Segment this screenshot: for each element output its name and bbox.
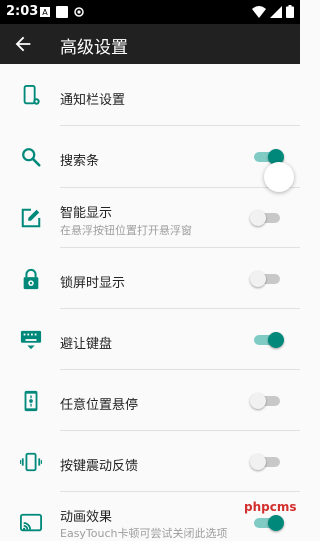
setting-title: 按键震动反馈 bbox=[60, 459, 139, 474]
setting-smart-display[interactable]: 智能显示 在悬浮按钮位置打开悬浮窗 bbox=[0, 188, 300, 248]
setting-title: 搜索条 bbox=[60, 154, 100, 169]
setting-title: 通知栏设置 bbox=[60, 93, 126, 108]
setting-notification-bar[interactable]: 通知栏设置 bbox=[0, 64, 300, 126]
battery-icon bbox=[286, 5, 294, 18]
status-left-icons: A bbox=[40, 6, 84, 18]
setting-lockscreen-display[interactable]: 锁屏时显示 bbox=[0, 248, 300, 309]
page-title: 高级设置 bbox=[60, 38, 128, 58]
search-icon bbox=[22, 148, 41, 167]
status-bar: 2:03 A bbox=[0, 0, 300, 24]
status-time: 2:03 bbox=[6, 4, 39, 19]
svg-text:A: A bbox=[42, 8, 48, 17]
setting-avoid-keyboard[interactable]: 避让键盘 bbox=[0, 309, 300, 370]
record-icon bbox=[74, 7, 84, 17]
phone-position-icon bbox=[24, 390, 38, 412]
status-right-icons bbox=[252, 5, 294, 18]
signal-icon bbox=[270, 5, 282, 18]
setting-search-bar[interactable]: 搜索条 bbox=[0, 126, 300, 188]
animation-toggle[interactable] bbox=[250, 515, 284, 531]
setting-title: 任意位置悬停 bbox=[60, 398, 139, 413]
setting-subtitle: EasyTouch卡顿可尝试关闭此选项 bbox=[60, 527, 228, 540]
setting-vibration-feedback[interactable]: 按键震动反馈 bbox=[0, 431, 300, 492]
setting-title: 避让键盘 bbox=[60, 337, 113, 352]
vibration-toggle[interactable] bbox=[250, 454, 284, 470]
wifi-icon bbox=[252, 5, 266, 18]
smart-display-toggle[interactable] bbox=[250, 210, 284, 226]
edit-window-icon bbox=[21, 208, 41, 228]
hover-anywhere-toggle[interactable] bbox=[250, 393, 284, 409]
app-bar: 高级设置 bbox=[0, 24, 300, 64]
setting-title: 智能显示 bbox=[60, 206, 113, 221]
back-arrow-icon[interactable] bbox=[12, 33, 34, 55]
avoid-keyboard-toggle[interactable] bbox=[250, 332, 284, 348]
floating-touch-ball[interactable] bbox=[264, 162, 294, 192]
setting-hover-anywhere[interactable]: 任意位置悬停 bbox=[0, 370, 300, 431]
vibration-icon bbox=[20, 452, 42, 472]
lockscreen-toggle[interactable] bbox=[250, 271, 284, 287]
square-app-icon bbox=[56, 6, 68, 18]
setting-title: 锁屏时显示 bbox=[60, 276, 126, 291]
cast-icon bbox=[20, 513, 42, 532]
settings-list: 通知栏设置 搜索条 智能显示 在悬浮按钮位置打开悬浮窗 锁屏时显示 避让键盘 任… bbox=[0, 64, 300, 540]
watermark: phpcms bbox=[244, 500, 297, 514]
setting-subtitle: 在悬浮按钮位置打开悬浮窗 bbox=[60, 224, 192, 237]
phone-gear-icon bbox=[23, 85, 40, 105]
keyboard-icon bbox=[20, 330, 42, 350]
notification-a-icon: A bbox=[40, 7, 50, 17]
setting-title: 动画效果 bbox=[60, 510, 113, 525]
lock-icon bbox=[23, 268, 39, 290]
